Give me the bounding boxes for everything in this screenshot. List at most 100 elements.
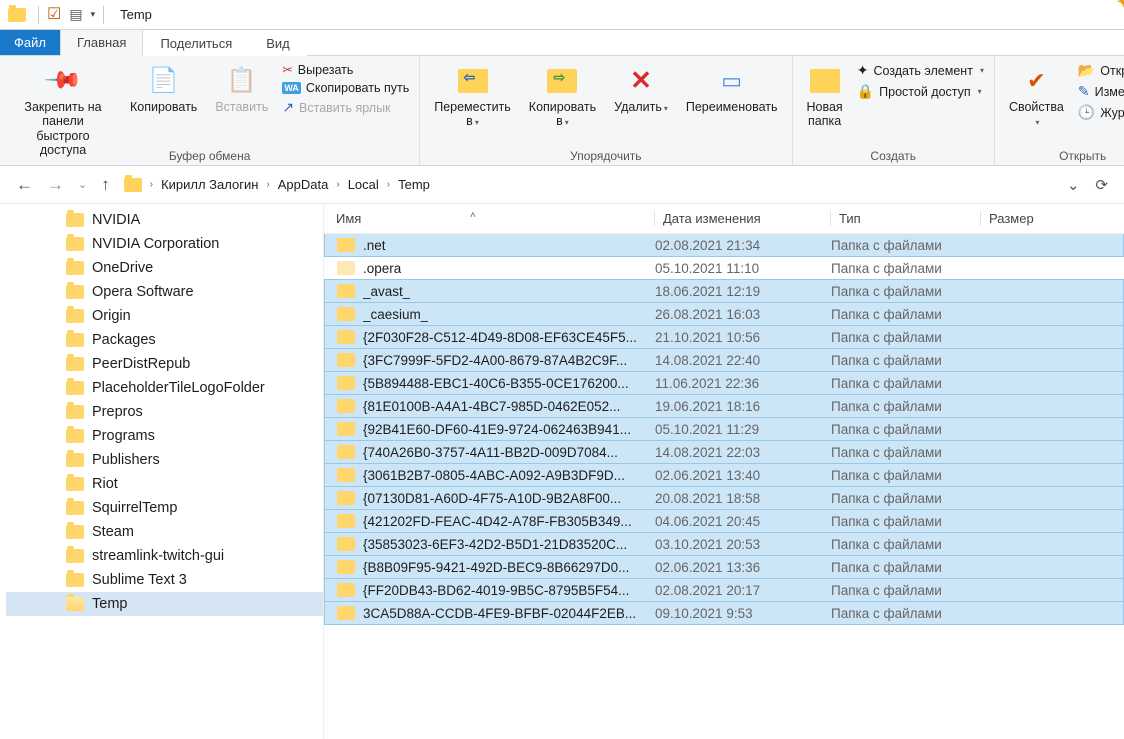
tree-item[interactable]: NVIDIA Corporation bbox=[6, 232, 323, 256]
tree-item[interactable]: Publishers bbox=[6, 448, 323, 472]
table-row[interactable]: {3FC7999F-5FD2-4A00-8679-87A4B2C9F...14.… bbox=[324, 348, 1124, 372]
folder-icon bbox=[66, 453, 84, 467]
table-row[interactable]: .net02.08.2021 21:34Папка с файлами bbox=[324, 234, 1124, 257]
copy-button[interactable]: 📄 Копировать bbox=[126, 62, 201, 116]
paste-button[interactable]: 📋 Вставить bbox=[211, 62, 272, 116]
breadcrumb[interactable]: › Кирилл Залогин › AppData › Local › Tem… bbox=[118, 171, 1059, 199]
qat-properties-icon[interactable]: ☑ bbox=[47, 7, 61, 23]
chevron-right-icon[interactable]: › bbox=[387, 179, 390, 190]
chevron-right-icon[interactable]: › bbox=[266, 179, 269, 190]
group-label-clipboard: Буфер обмена bbox=[169, 149, 251, 163]
column-headers[interactable]: Имя˄ Дата изменения Тип Размер bbox=[324, 204, 1124, 234]
column-type[interactable]: Тип bbox=[830, 211, 980, 226]
table-row[interactable]: {421202FD-FEAC-4D42-A78F-FB305B349...04.… bbox=[324, 509, 1124, 533]
table-row[interactable]: {FF20DB43-BD62-4019-9B5C-8795B5F54...02.… bbox=[324, 578, 1124, 602]
qat-customize-icon[interactable]: ▾ bbox=[91, 9, 96, 20]
table-row[interactable]: {35853023-6EF3-42D2-B5D1-21D83520C...03.… bbox=[324, 532, 1124, 556]
breadcrumb-item[interactable]: Temp bbox=[394, 175, 434, 194]
delete-icon: ✕ bbox=[630, 66, 652, 96]
folder-icon bbox=[337, 606, 355, 620]
tab-home[interactable]: Главная bbox=[60, 29, 143, 56]
breadcrumb-item[interactable]: Local bbox=[344, 175, 383, 194]
copy-to-button[interactable]: ⇨ Копировать в▾ bbox=[525, 62, 600, 131]
tree-item[interactable]: SquirrelTemp bbox=[6, 496, 323, 520]
titlebar: ☑ ▤ ▾ Temp bbox=[0, 0, 1124, 30]
column-size[interactable]: Размер bbox=[980, 211, 1116, 226]
tab-share[interactable]: Поделиться bbox=[143, 30, 249, 56]
paste-shortcut-button[interactable]: ↗Вставить ярлык bbox=[282, 99, 409, 116]
pin-button[interactable]: 📌 Закрепить на панели быстрого доступа bbox=[10, 62, 116, 160]
breadcrumb-item[interactable]: Кирилл Залогин bbox=[157, 175, 262, 194]
tree-item[interactable]: OneDrive bbox=[6, 256, 323, 280]
table-row[interactable]: {3061B2B7-0805-4ABC-A092-A9B3DF9D...02.0… bbox=[324, 463, 1124, 487]
tree-item[interactable]: PlaceholderTileLogoFolder bbox=[6, 376, 323, 400]
column-name[interactable]: Имя˄ bbox=[336, 211, 654, 226]
table-row[interactable]: {07130D81-A60D-4F75-A10D-9B2A8F00...20.0… bbox=[324, 486, 1124, 510]
move-to-button[interactable]: ⇦ Переместить в▾ bbox=[430, 62, 515, 131]
copy-path-button[interactable]: WAСкопировать путь bbox=[282, 81, 409, 95]
cut-button[interactable]: ✂Вырезать bbox=[282, 62, 409, 77]
nav-back-button[interactable]: ← bbox=[16, 175, 33, 195]
file-date: 03.10.2021 20:53 bbox=[655, 537, 831, 552]
tree-item[interactable]: Steam bbox=[6, 520, 323, 544]
tree-item[interactable]: NVIDIA bbox=[6, 208, 323, 232]
tree-pane[interactable]: NVIDIANVIDIA CorporationOneDriveOpera So… bbox=[0, 204, 324, 739]
table-row[interactable]: _caesium_26.08.2021 16:03Папка с файлами bbox=[324, 302, 1124, 326]
address-bar: ← → ⌄ ↑ › Кирилл Залогин › AppData › Loc… bbox=[0, 166, 1124, 204]
folder-icon bbox=[66, 381, 84, 395]
column-date[interactable]: Дата изменения bbox=[654, 211, 830, 226]
scissors-icon: ✂ bbox=[282, 62, 292, 77]
edit-button[interactable]: ✎Изменить bbox=[1078, 83, 1124, 100]
tree-item[interactable]: Prepros bbox=[6, 400, 323, 424]
chevron-right-icon[interactable]: › bbox=[336, 179, 339, 190]
tree-item[interactable]: Sublime Text 3 bbox=[6, 568, 323, 592]
tree-item[interactable]: Riot bbox=[6, 472, 323, 496]
rename-button[interactable]: ▭ Переименовать bbox=[682, 62, 782, 116]
history-button[interactable]: 🕒Журнал bbox=[1078, 104, 1124, 121]
tree-item[interactable]: Opera Software bbox=[6, 280, 323, 304]
table-row[interactable]: .opera05.10.2021 11:10Папка с файлами bbox=[324, 256, 1124, 280]
folder-icon bbox=[337, 537, 355, 551]
folder-icon bbox=[337, 491, 355, 505]
file-date: 02.08.2021 21:34 bbox=[655, 238, 831, 253]
tree-item[interactable]: streamlink-twitch-gui bbox=[6, 544, 323, 568]
table-row[interactable]: {81E0100B-A4A1-4BC7-985D-0462E052...19.0… bbox=[324, 394, 1124, 418]
tree-item[interactable]: Origin bbox=[6, 304, 323, 328]
tab-view[interactable]: Вид bbox=[249, 30, 307, 56]
table-row[interactable]: {B8B09F95-9421-492D-BEC9-8B66297D0...02.… bbox=[324, 555, 1124, 579]
qat-more-icon[interactable]: ▤ bbox=[69, 6, 82, 23]
group-label-open: Открыть bbox=[1059, 149, 1106, 163]
refresh-button[interactable]: ⟳ bbox=[1095, 176, 1108, 194]
easy-access-button[interactable]: 🔒Простой доступ▾ bbox=[857, 83, 984, 100]
file-type: Папка с файлами bbox=[831, 353, 981, 368]
file-type: Папка с файлами bbox=[831, 491, 981, 506]
open-button[interactable]: 📂Открыть▾ bbox=[1078, 62, 1124, 79]
tree-item[interactable]: PeerDistRepub bbox=[6, 352, 323, 376]
nav-recent-button[interactable]: ⌄ bbox=[78, 178, 87, 191]
new-folder-button[interactable]: ✦ Новая папка bbox=[803, 62, 847, 131]
tree-item[interactable]: Temp bbox=[6, 592, 323, 616]
nav-forward-button[interactable]: → bbox=[47, 175, 64, 195]
tree-item-label: Sublime Text 3 bbox=[92, 572, 187, 588]
table-row[interactable]: _avast_18.06.2021 12:19Папка с файлами bbox=[324, 279, 1124, 303]
chevron-right-icon[interactable]: › bbox=[150, 179, 153, 190]
table-row[interactable]: {740A26B0-3757-4A11-BB2D-009D7084...14.0… bbox=[324, 440, 1124, 464]
tree-item[interactable]: Packages bbox=[6, 328, 323, 352]
breadcrumb-item[interactable]: AppData bbox=[274, 175, 333, 194]
group-label-new: Создать bbox=[870, 149, 916, 163]
file-list[interactable]: .net02.08.2021 21:34Папка с файлами.oper… bbox=[324, 234, 1124, 739]
file-name: .net bbox=[363, 238, 386, 253]
table-row[interactable]: {2F030F28-C512-4D49-8D08-EF63CE45F5...21… bbox=[324, 325, 1124, 349]
delete-button[interactable]: ✕ Удалить▾ bbox=[610, 62, 672, 116]
table-row[interactable]: {5B894488-EBC1-40C6-B355-0CE176200...11.… bbox=[324, 371, 1124, 395]
properties-button[interactable]: ✔ Свойства▾ bbox=[1005, 62, 1068, 131]
tree-item[interactable]: Programs bbox=[6, 424, 323, 448]
new-item-button[interactable]: ✦Создать элемент▾ bbox=[857, 62, 984, 79]
file-type: Папка с файлами bbox=[831, 261, 981, 276]
breadcrumb-dropdown-button[interactable]: ⌄ bbox=[1067, 176, 1080, 194]
nav-up-button[interactable]: ↑ bbox=[101, 175, 110, 195]
table-row[interactable]: 3CA5D88A-CCDB-4FE9-BFBF-02044F2EB...09.1… bbox=[324, 601, 1124, 625]
file-name: {07130D81-A60D-4F75-A10D-9B2A8F00... bbox=[363, 491, 621, 506]
tab-file[interactable]: Файл bbox=[0, 30, 60, 55]
table-row[interactable]: {92B41E60-DF60-41E9-9724-062463B941...05… bbox=[324, 417, 1124, 441]
